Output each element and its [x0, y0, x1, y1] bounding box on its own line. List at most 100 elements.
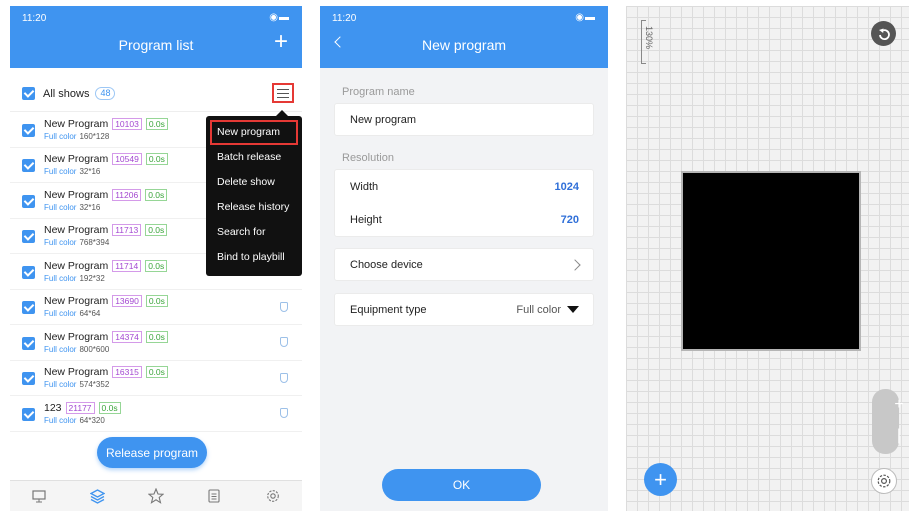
program-id-tag: 14374 [112, 330, 142, 343]
menu-item-delete-show[interactable]: Delete show [206, 170, 302, 195]
height-field[interactable]: Height 720 [335, 203, 593, 236]
all-shows-row[interactable]: All shows 48 [10, 76, 302, 112]
program-checkbox[interactable] [22, 301, 35, 315]
menu-item-release-history[interactable]: Release history [206, 195, 302, 220]
program-info: New Program 10549 0.0s Full color 32*16 [44, 153, 168, 176]
program-title-line: New Program 14374 0.0s [44, 330, 168, 343]
program-name-value: New program [350, 113, 417, 126]
program-name: New Program [44, 117, 109, 130]
program-checkbox[interactable] [22, 265, 35, 279]
layers-icon[interactable] [88, 486, 108, 506]
program-title-line: New Program 10103 0.0s [44, 117, 168, 130]
program-name: New Program [44, 153, 109, 166]
release-program-button[interactable]: Release program [97, 437, 207, 468]
page-title: Program list [118, 37, 194, 53]
program-meta: Full color 160*128 [44, 132, 168, 141]
shield-icon [280, 372, 288, 383]
choose-device-label: Choose device [350, 258, 423, 271]
zoom-in-icon[interactable]: + [886, 396, 909, 414]
new-program-screen: 11:20 ◉▬ New program Program name New pr… [320, 6, 608, 511]
monitor-icon[interactable] [29, 486, 49, 506]
ok-button[interactable]: OK [382, 469, 541, 501]
program-id-tag: 13690 [112, 295, 142, 308]
equipment-type-row[interactable]: Equipment type Full color [335, 294, 593, 325]
program-title-line: New Program 11714 0.0s [44, 259, 168, 272]
program-duration-tag: 0.0s [145, 117, 168, 130]
chevron-right-icon [569, 258, 581, 271]
program-resolution: 800*600 [79, 344, 110, 354]
menu-item-bind-to-playbill[interactable]: Bind to playbill [206, 245, 302, 270]
width-field[interactable]: Width 1024 [335, 170, 593, 203]
list-icon[interactable] [204, 486, 224, 506]
gear-icon[interactable] [263, 486, 283, 506]
bottom-tab-bar [10, 480, 302, 511]
settings-icon[interactable] [871, 468, 897, 494]
shield-icon [280, 301, 288, 312]
program-name-field[interactable]: New program [335, 104, 593, 135]
menu-item-search-for[interactable]: Search for [206, 220, 302, 245]
page-title: New program [421, 37, 507, 53]
program-info: 123 21177 0.0s Full color 64*320 [44, 401, 121, 425]
program-row[interactable]: 123 21177 0.0s Full color 64*320 [10, 396, 302, 432]
program-checkbox[interactable] [22, 407, 35, 421]
all-shows-checkbox[interactable] [22, 87, 35, 100]
program-id-tag: 21177 [65, 401, 95, 414]
battery-icon: ◉▬ [575, 12, 596, 23]
program-name: New Program [44, 366, 109, 379]
editor-screen: 130% + | + [626, 6, 909, 511]
program-resolution: 32*16 [79, 167, 101, 177]
add-element-button[interactable]: + [644, 463, 677, 496]
program-checkbox[interactable] [22, 159, 35, 173]
program-checkbox[interactable] [22, 194, 35, 208]
program-checkbox[interactable] [22, 230, 35, 244]
shield-icon [280, 408, 288, 418]
program-color: Full color [44, 380, 77, 390]
program-row[interactable]: New Program 16315 0.0s Full color 574*352 [10, 361, 302, 396]
program-color: Full color [44, 344, 77, 354]
program-color: Full color [44, 202, 77, 212]
all-shows-label: All shows [43, 87, 90, 100]
program-duration-tag: 0.0s [145, 188, 168, 201]
zoom-out-icon[interactable]: | [886, 427, 909, 445]
program-resolution: 768*394 [79, 238, 110, 248]
star-icon[interactable] [146, 486, 166, 506]
app-stage: 11:20 ◉▬ Program list + All shows 48 New… [0, 0, 909, 517]
program-id-tag: 11713 [112, 224, 142, 237]
add-icon[interactable]: + [274, 30, 288, 54]
program-info: New Program 11206 0.0s Full color 32*16 [44, 188, 168, 212]
program-title-line: New Program 11206 0.0s [44, 188, 168, 201]
program-color: Full color [44, 273, 77, 283]
shield-icon [280, 337, 288, 347]
program-name: 123 [44, 401, 62, 414]
choose-device-row[interactable]: Choose device [335, 249, 593, 280]
program-checkbox[interactable] [22, 336, 35, 350]
program-duration-tag: 0.0s [145, 224, 168, 237]
program-title-line: New Program 16315 0.0s [44, 366, 168, 379]
filter-icon[interactable] [272, 83, 294, 103]
program-list-header: 11:20 ◉▬ Program list + [10, 6, 302, 68]
menu-item-batch-release[interactable]: Batch release [206, 145, 302, 170]
program-info: New Program 11713 0.0s Full color 768*394 [44, 224, 168, 248]
program-meta: Full color 800*600 [44, 345, 168, 354]
program-id-tag: 10549 [112, 153, 142, 166]
program-meta: Full color 574*352 [44, 380, 168, 389]
undo-icon[interactable] [871, 21, 896, 46]
dropdown-menu: New program Batch release Delete show Re… [206, 110, 302, 276]
width-value: 1024 [554, 180, 579, 193]
new-program-header: 11:20 ◉▬ New program [320, 6, 608, 68]
program-resolution: 574*352 [79, 380, 110, 390]
program-row[interactable]: New Program 13690 0.0s Full color 64*64 [10, 290, 302, 325]
height-label: Height [350, 213, 382, 226]
choose-device-card: Choose device [334, 248, 594, 281]
program-title-line: New Program 11713 0.0s [44, 224, 168, 237]
program-canvas[interactable] [681, 171, 861, 351]
menu-item-new-program[interactable]: New program [210, 120, 298, 145]
program-id-tag: 10103 [112, 117, 142, 130]
program-id-tag: 11714 [112, 259, 142, 272]
program-info: New Program 14374 0.0s Full color 800*600 [44, 330, 168, 354]
all-shows-count: 48 [95, 87, 116, 100]
program-resolution: 32*16 [79, 202, 101, 212]
program-row[interactable]: New Program 14374 0.0s Full color 800*600 [10, 325, 302, 361]
program-checkbox[interactable] [22, 123, 35, 137]
program-checkbox[interactable] [22, 372, 35, 386]
